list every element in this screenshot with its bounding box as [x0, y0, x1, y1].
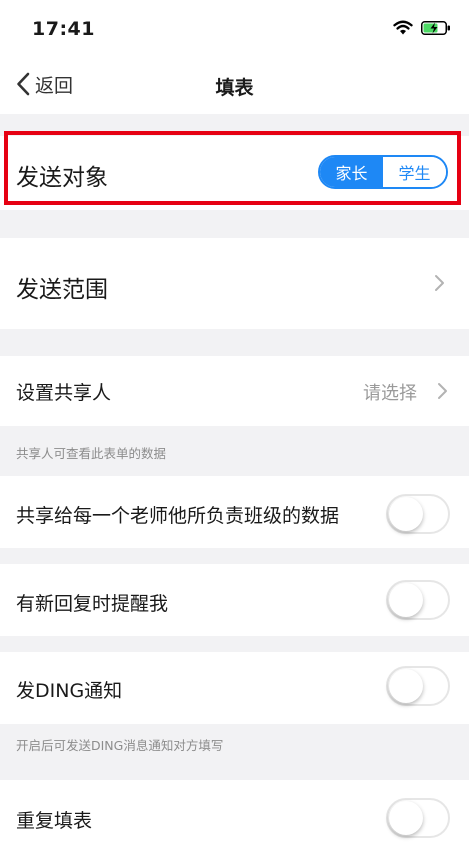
reply-reminder-toggle[interactable]	[386, 580, 450, 620]
toggle-label-share-teachers: 共享给每一个老师他所负责班级的数据	[16, 505, 340, 527]
chevron-right-icon	[435, 275, 444, 291]
toggle-label-reply-reminder: 有新回复时提醒我	[16, 593, 169, 615]
wifi-icon	[393, 20, 413, 35]
set-sharer-value: 请选择	[363, 383, 417, 404]
toggle-knob	[389, 497, 423, 531]
sharer-note: 共享人可查看此表单的数据	[16, 446, 167, 461]
toggle-knob	[389, 801, 423, 835]
battery-charging-icon	[421, 21, 450, 35]
set-sharer-label: 设置共享人	[16, 382, 112, 404]
set-sharer-row[interactable]: 设置共享人 请选择	[0, 356, 469, 426]
highlight-box	[4, 131, 461, 205]
toggle-label-ding: 发DING通知	[16, 680, 123, 702]
page-title: 填表	[215, 77, 254, 99]
ding-notify-toggle[interactable]	[386, 666, 450, 706]
status-time: 17:41	[32, 18, 95, 40]
repeat-fill-toggle[interactable]	[386, 798, 450, 838]
chevron-right-icon	[438, 383, 447, 399]
toggle-label-repeat-fill: 重复填表	[16, 810, 93, 832]
toggle-knob	[389, 583, 423, 617]
send-scope-label: 发送范围	[16, 277, 108, 303]
toggle-knob	[389, 669, 423, 703]
status-bar: 17:41	[0, 0, 469, 56]
send-scope-row[interactable]: 发送范围	[0, 238, 469, 329]
share-teachers-toggle[interactable]	[386, 494, 450, 534]
ding-note: 开启后可发送DING消息通知对方填写	[16, 738, 224, 753]
navigation-bar: 返回 填表	[0, 56, 469, 114]
